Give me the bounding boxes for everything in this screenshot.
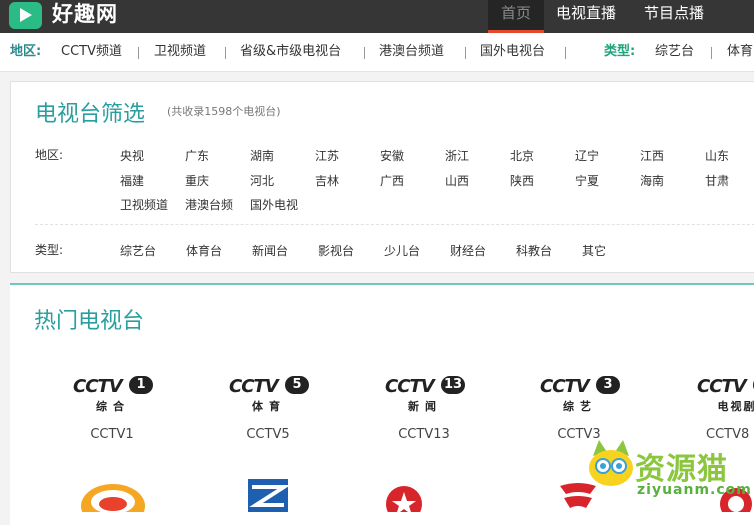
region-item[interactable]: 浙江 <box>445 147 469 164</box>
strip-region-cctv[interactable]: CCTV频道 <box>61 33 122 71</box>
region-item[interactable]: 江苏 <box>315 147 339 164</box>
type-item[interactable]: 财经台 <box>450 242 486 259</box>
cctv-wordmark: CCTV <box>540 376 590 397</box>
channel-subtitle: 新闻 <box>408 400 442 413</box>
type-item[interactable]: 影视台 <box>318 242 354 259</box>
hunan-tv-icon[interactable] <box>79 478 147 512</box>
strip-type-variety[interactable]: 综艺台 <box>655 33 694 71</box>
region-item[interactable]: 陕西 <box>510 172 534 189</box>
cat-mascot-icon <box>589 440 633 486</box>
channel-subtitle: 综艺 <box>563 400 597 413</box>
cctv1-logo[interactable]: CCTV 1 综合 <box>73 374 153 414</box>
type-item[interactable]: 少儿台 <box>384 242 420 259</box>
region-item[interactable]: 北京 <box>510 147 534 164</box>
strip-region-hk-mo-tw[interactable]: 港澳台频道 <box>379 33 444 71</box>
watermark: 资源猫 ziyuanm.com <box>585 436 754 512</box>
region-item[interactable]: 福建 <box>120 172 144 189</box>
strip-region-label: 地区: <box>10 44 42 59</box>
top-navbar: 好趣网 首页 电视直播 节目点播 <box>0 0 754 33</box>
channel-subtitle: 体育 <box>252 400 286 413</box>
region-item[interactable]: 江西 <box>640 147 664 164</box>
cctv13-logo[interactable]: CCTV 13 新闻 <box>385 374 465 414</box>
strip-separator <box>711 47 712 59</box>
strip-region-satellite[interactable]: 卫视频道 <box>154 33 206 71</box>
region-item[interactable]: 央视 <box>120 147 144 164</box>
filter-panel-title: 电视台筛选 <box>35 102 146 127</box>
type-item[interactable]: 新闻台 <box>252 242 288 259</box>
hot-channels-title: 热门电视台 <box>34 309 145 334</box>
region-item[interactable]: 海南 <box>640 172 664 189</box>
site-logo-text[interactable]: 好趣网 <box>52 0 118 28</box>
region-item[interactable]: 山西 <box>445 172 469 189</box>
region-item[interactable]: 广东 <box>185 147 209 164</box>
channel-name[interactable]: CCTV1 <box>72 427 152 442</box>
type-item[interactable]: 科教台 <box>516 242 552 259</box>
channel-number-badge: 1 <box>129 376 153 394</box>
strip-type-label: 类型: <box>604 44 636 59</box>
channel-count: (共收录1598个电视台) <box>167 105 281 118</box>
channel-subtitle: 综合 <box>96 400 130 413</box>
strip-separator <box>225 47 226 59</box>
nav-on-demand[interactable]: 节目点播 <box>644 0 704 33</box>
strip-separator <box>565 47 566 59</box>
strip-type-sports[interactable]: 体育 <box>727 33 753 71</box>
channel-subtitle: 电视剧 <box>717 400 754 413</box>
nav-live-tv[interactable]: 电视直播 <box>556 0 616 33</box>
channel-number-badge: 5 <box>285 376 309 394</box>
region-item[interactable]: 港澳台频 <box>185 196 233 213</box>
region-item[interactable]: 宁夏 <box>575 172 599 189</box>
region-item[interactable]: 甘肃 <box>705 172 729 189</box>
cctv5-logo[interactable]: CCTV 5 体育 <box>229 374 309 414</box>
dragon-tv-icon[interactable] <box>384 484 424 512</box>
strip-region-foreign[interactable]: 国外电视台 <box>480 33 545 71</box>
cctv-wordmark: CCTV <box>73 376 123 397</box>
strip-region-provincial[interactable]: 省级&市级电视台 <box>240 33 341 71</box>
strip-separator <box>364 47 365 59</box>
type-item[interactable]: 体育台 <box>186 242 222 259</box>
region-row-label: 地区: <box>35 148 64 162</box>
region-item[interactable]: 安徽 <box>380 147 404 164</box>
region-item[interactable]: 重庆 <box>185 172 209 189</box>
strip-separator <box>465 47 466 59</box>
play-logo-icon[interactable] <box>9 2 42 29</box>
region-item[interactable]: 河北 <box>250 172 274 189</box>
type-item[interactable]: 其它 <box>582 242 606 259</box>
cctv-wordmark: CCTV <box>229 376 279 397</box>
channel-number-badge: 13 <box>441 376 465 394</box>
region-item[interactable]: 吉林 <box>315 172 339 189</box>
cctv-wordmark: CCTV <box>385 376 435 397</box>
channel-name[interactable]: CCTV5 <box>228 427 308 442</box>
quick-filter-strip: 地区: CCTV频道 卫视频道 省级&市级电视台 港澳台频道 国外电视台 类型:… <box>0 33 754 72</box>
region-item[interactable]: 山东 <box>705 147 729 164</box>
type-row-label: 类型: <box>35 243 64 257</box>
channel-filter-panel: 电视台筛选 (共收录1598个电视台) 地区: 央视 广东 湖南 江苏 安徽 浙… <box>10 81 754 273</box>
panel-divider <box>35 224 754 225</box>
region-item[interactable]: 国外电视 <box>250 196 298 213</box>
watermark-url: ziyuanm.com <box>637 482 752 498</box>
region-item[interactable]: 湖南 <box>250 147 274 164</box>
strip-separator <box>138 47 139 59</box>
channel-number-badge: 3 <box>596 376 620 394</box>
nav-home[interactable]: 首页 <box>488 0 544 33</box>
region-item[interactable]: 卫视频道 <box>120 196 168 213</box>
type-item[interactable]: 综艺台 <box>120 242 156 259</box>
cctv-wordmark: CCTV <box>697 376 747 397</box>
region-item[interactable]: 辽宁 <box>575 147 599 164</box>
region-item[interactable]: 广西 <box>380 172 404 189</box>
cctv8-logo[interactable]: CCTV 8 电视剧 <box>697 374 754 414</box>
cctv3-logo[interactable]: CCTV 3 综艺 <box>540 374 620 414</box>
zhejiang-tv-icon[interactable] <box>248 479 288 512</box>
channel-name[interactable]: CCTV13 <box>384 427 464 442</box>
